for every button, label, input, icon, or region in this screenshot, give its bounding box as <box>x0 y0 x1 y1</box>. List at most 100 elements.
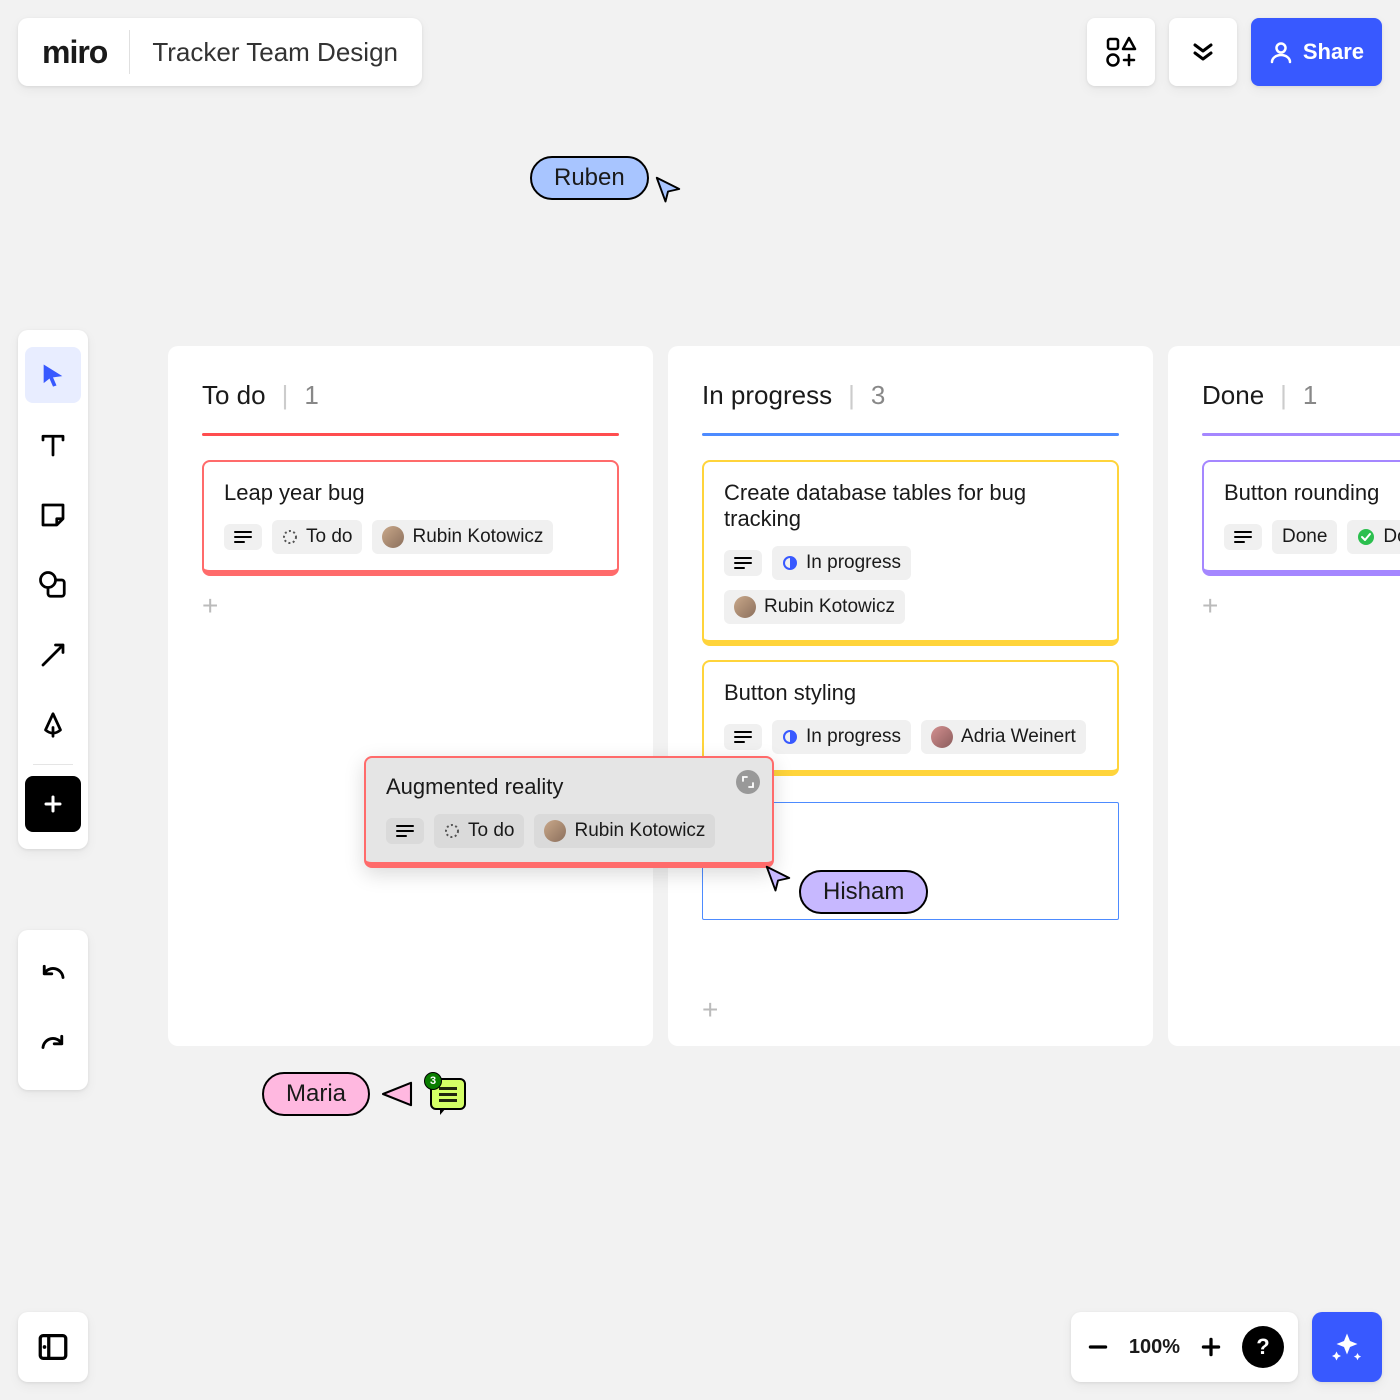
undo-icon <box>38 960 68 990</box>
card-title: Leap year bug <box>224 480 597 506</box>
lines-icon <box>734 556 752 570</box>
assignee-label: Adria Weinert <box>961 726 1076 748</box>
add-card-button[interactable]: + <box>202 590 226 622</box>
description-icon[interactable] <box>1224 524 1262 550</box>
share-button[interactable]: Share <box>1251 18 1382 86</box>
collapse-button[interactable] <box>1169 18 1237 86</box>
text-tool[interactable] <box>25 417 81 473</box>
status-tag[interactable]: In progress <box>772 546 911 580</box>
card-database[interactable]: Create database tables for bug tracking … <box>702 460 1119 646</box>
column-header: Done | 1 <box>1202 380 1400 411</box>
add-card-button[interactable]: + <box>702 994 726 1026</box>
zoom-controls: 100% ? <box>1071 1312 1298 1382</box>
redo-icon <box>38 1030 68 1060</box>
card-leap-year[interactable]: Leap year bug To do Rubin Kotowicz <box>202 460 619 576</box>
miro-logo[interactable]: miro <box>42 34 107 71</box>
card-augmented-reality-dragging[interactable]: Augmented reality To do Rubin Kotowicz <box>364 756 774 868</box>
zoom-in-button[interactable] <box>1198 1334 1224 1360</box>
card-button-rounding[interactable]: Button rounding Done Don <box>1202 460 1400 576</box>
assignee-tag[interactable]: Rubin Kotowicz <box>534 814 715 848</box>
shape-tool[interactable] <box>25 557 81 613</box>
card-tags: In progress Rubin Kotowicz <box>724 546 1097 624</box>
comment-icon[interactable]: 3 <box>430 1078 466 1110</box>
add-card-button[interactable]: + <box>1202 590 1226 622</box>
status-label: In progress <box>806 726 901 748</box>
shapes-plus-icon <box>1105 36 1137 68</box>
assignee-tag[interactable]: Rubin Kotowicz <box>724 590 905 624</box>
column-underline <box>202 433 619 436</box>
ai-assist-button[interactable] <box>1312 1312 1382 1382</box>
header-right: Share <box>1087 18 1382 86</box>
header-left: miro Tracker Team Design <box>18 18 422 86</box>
column-title: Done <box>1202 380 1264 411</box>
arrow-icon <box>38 640 68 670</box>
assignee-label: Rubin Kotowicz <box>764 596 895 618</box>
done-label: Don <box>1383 526 1400 548</box>
bottom-right-controls: 100% ? <box>1071 1312 1382 1382</box>
column-title: In progress <box>702 380 832 411</box>
sticky-tool[interactable] <box>25 487 81 543</box>
separator: | <box>282 380 289 411</box>
card-title: Create database tables for bug tracking <box>724 480 1097 532</box>
check-circle-icon <box>1357 528 1375 546</box>
assignee-tag[interactable]: Rubin Kotowicz <box>372 520 553 554</box>
description-icon[interactable] <box>224 524 262 550</box>
shapes-icon <box>38 570 68 600</box>
more-tools[interactable] <box>25 776 81 832</box>
frames-panel-button[interactable] <box>18 1312 88 1382</box>
zoom-out-button[interactable] <box>1085 1334 1111 1360</box>
column-count: 3 <box>871 380 885 411</box>
undo-redo-toolbar <box>18 930 88 1090</box>
undo-button[interactable] <box>25 947 81 1003</box>
done-pill[interactable]: Don <box>1347 520 1400 554</box>
description-icon[interactable] <box>386 818 424 844</box>
column-in-progress[interactable]: In progress | 3 Create database tables f… <box>668 346 1153 1046</box>
apps-button[interactable] <box>1087 18 1155 86</box>
board-title[interactable]: Tracker Team Design <box>152 37 398 68</box>
card-title: Button styling <box>724 680 1097 706</box>
plus-icon <box>41 792 65 816</box>
status-label: To do <box>306 526 352 548</box>
divider <box>129 30 130 74</box>
cursor-icon <box>39 361 67 389</box>
avatar-icon <box>931 726 953 748</box>
card-tags: To do Rubin Kotowicz <box>224 520 597 554</box>
column-count: 1 <box>1303 380 1317 411</box>
status-label: To do <box>468 820 514 842</box>
sticky-note-icon <box>38 500 68 530</box>
separator: | <box>848 380 855 411</box>
card-tags: In progress Adria Weinert <box>724 720 1097 754</box>
expand-icon[interactable] <box>736 770 760 794</box>
description-icon[interactable] <box>724 724 762 750</box>
column-header: To do | 1 <box>202 380 619 411</box>
help-button[interactable]: ? <box>1242 1326 1284 1368</box>
chevrons-down-icon <box>1191 40 1215 64</box>
presence-ruben: Ruben <box>530 152 683 204</box>
description-icon[interactable] <box>724 550 762 576</box>
lines-icon <box>734 730 752 744</box>
status-tag[interactable]: To do <box>434 814 524 848</box>
select-tool[interactable] <box>25 347 81 403</box>
column-todo[interactable]: To do | 1 Leap year bug To do Rubin Koto… <box>168 346 653 1046</box>
column-underline <box>1202 433 1400 436</box>
assignee-label: Rubin Kotowicz <box>412 526 543 548</box>
card-title: Button rounding <box>1224 480 1400 506</box>
status-tag[interactable]: In progress <box>772 720 911 754</box>
sparkles-icon <box>1329 1329 1365 1365</box>
redo-button[interactable] <box>25 1017 81 1073</box>
status-label: Done <box>1282 526 1327 548</box>
text-icon <box>38 430 68 460</box>
assignee-label: Rubin Kotowicz <box>574 820 705 842</box>
pen-tool[interactable] <box>25 697 81 753</box>
share-label: Share <box>1303 39 1364 65</box>
assignee-tag[interactable]: Adria Weinert <box>921 720 1086 754</box>
status-tag[interactable]: Done <box>1272 520 1337 554</box>
presence-maria: Maria 3 <box>262 1072 466 1116</box>
pen-icon <box>38 710 68 740</box>
zoom-value[interactable]: 100% <box>1129 1336 1180 1359</box>
column-done[interactable]: Done | 1 Button rounding Done Don + <box>1168 346 1400 1046</box>
card-tags: Done Don <box>1224 520 1400 554</box>
panel-icon <box>36 1330 70 1364</box>
status-tag[interactable]: To do <box>272 520 362 554</box>
arrow-tool[interactable] <box>25 627 81 683</box>
